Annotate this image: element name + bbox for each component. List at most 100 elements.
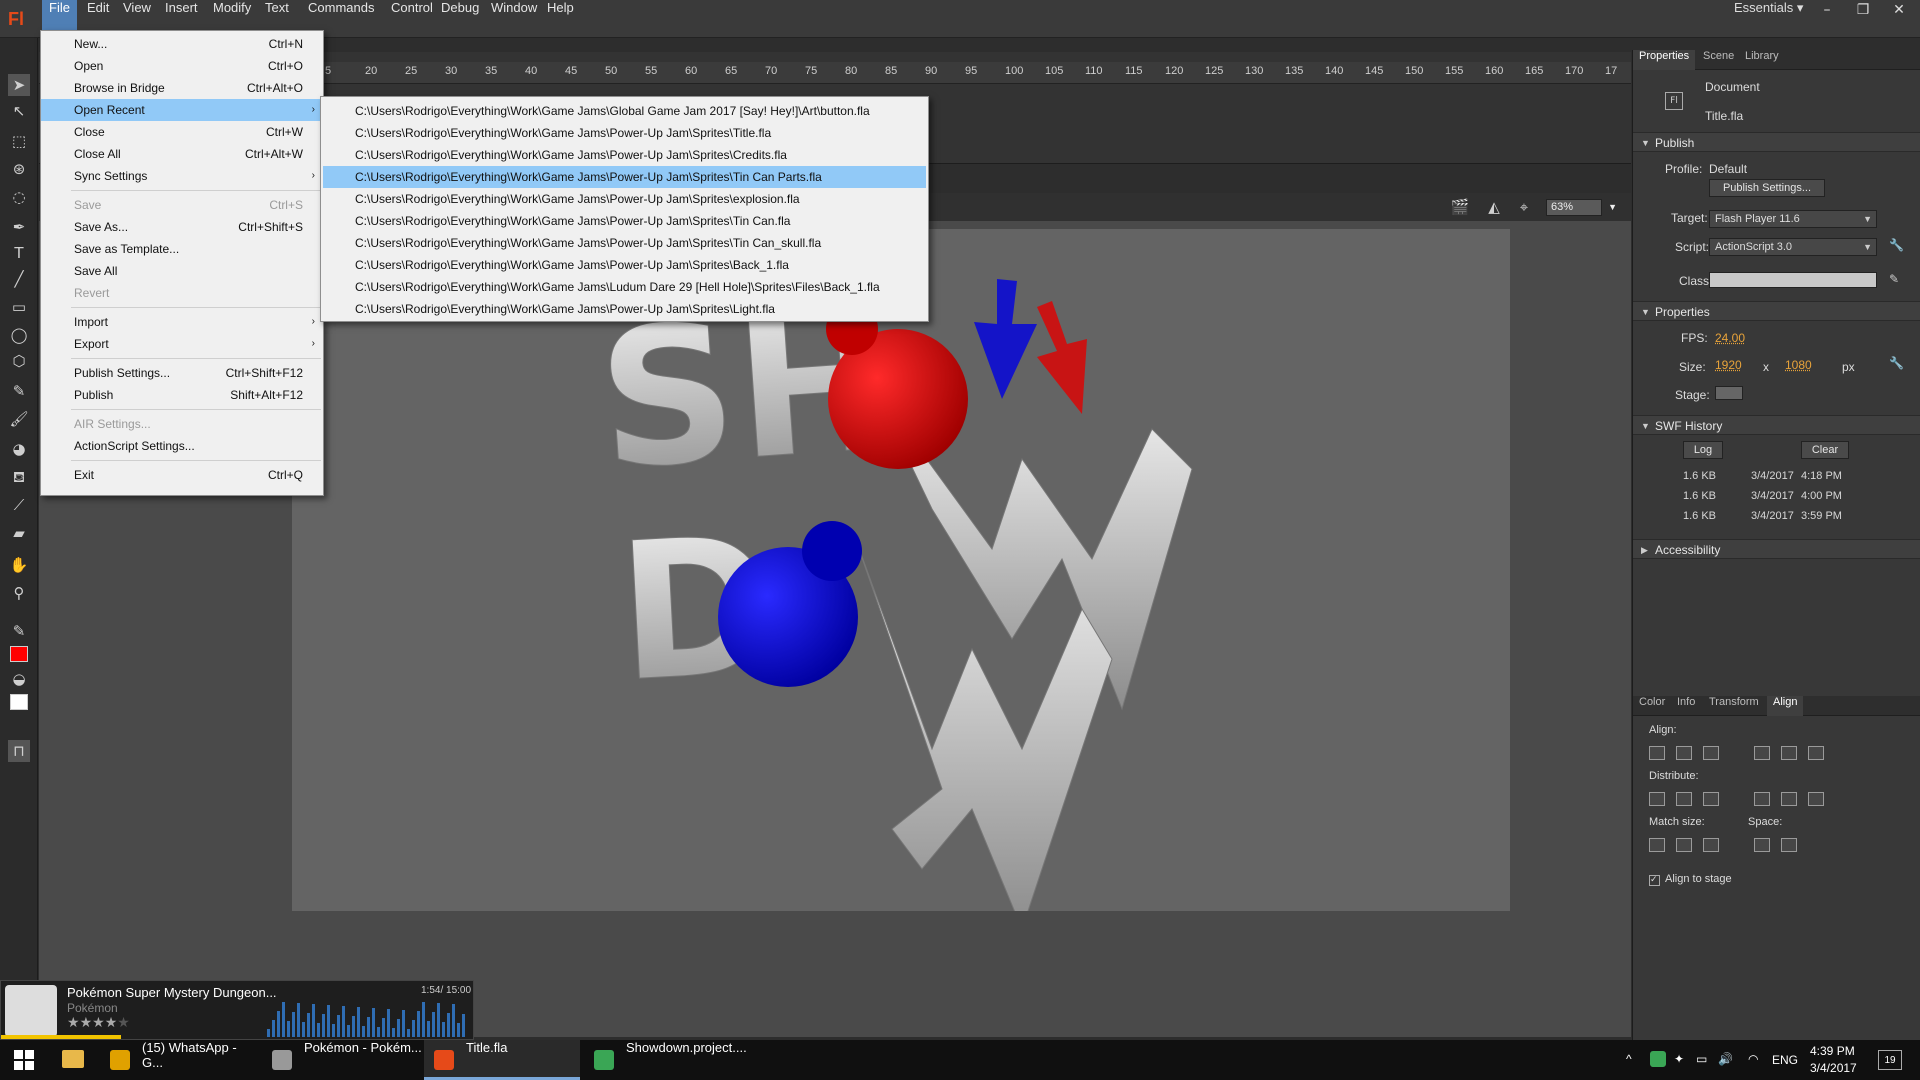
- stroke-color-icon[interactable]: ✎: [8, 620, 30, 642]
- 3d-rotation-tool-icon[interactable]: ⊛: [8, 158, 30, 180]
- center-stage-icon[interactable]: ⌖: [1513, 196, 1535, 218]
- snap-to-objects-icon[interactable]: ⊓: [8, 740, 30, 762]
- tray-language[interactable]: ENG: [1772, 1053, 1798, 1067]
- minimize-icon[interactable]: –: [1810, 0, 1844, 20]
- file-menu-save[interactable]: Save Ctrl+S: [41, 194, 323, 216]
- height-value[interactable]: 1080: [1785, 358, 1812, 372]
- star-icon[interactable]: ★: [80, 1015, 93, 1031]
- tab-properties[interactable]: Properties: [1633, 50, 1696, 70]
- menu-help[interactable]: Help: [540, 0, 581, 38]
- align-right-icon[interactable]: [1703, 746, 1719, 760]
- class-input[interactable]: [1709, 272, 1877, 288]
- tab-align[interactable]: Align: [1767, 696, 1804, 716]
- clear-button[interactable]: Clear: [1801, 441, 1849, 459]
- distribute-right-icon[interactable]: [1808, 792, 1824, 806]
- selection-tool-icon[interactable]: ➤: [8, 74, 30, 96]
- file-menu-open[interactable]: Open Ctrl+O: [41, 55, 323, 77]
- oval-tool-icon[interactable]: ◯: [8, 324, 30, 346]
- pen-tool-icon[interactable]: ✒: [8, 216, 30, 238]
- recent-file-item[interactable]: C:\Users\Rodrigo\Everything\Work\Game Ja…: [323, 188, 926, 210]
- subselection-tool-icon[interactable]: ↖: [8, 100, 30, 122]
- file-menu-close[interactable]: Close Ctrl+W: [41, 121, 323, 143]
- star-icon[interactable]: ★: [67, 1015, 80, 1031]
- windows-start-icon[interactable]: [14, 1050, 34, 1070]
- star-icon[interactable]: ★: [105, 1015, 118, 1031]
- file-menu-air-settings[interactable]: AIR Settings...: [41, 413, 323, 435]
- file-explorer-icon[interactable]: [62, 1050, 84, 1068]
- zoom-tool-icon[interactable]: ⚲: [8, 582, 30, 604]
- wrench-icon[interactable]: 🔧: [1889, 238, 1904, 252]
- clapper-icon[interactable]: 🎬: [1449, 196, 1471, 218]
- align-hcenter-icon[interactable]: [1676, 746, 1692, 760]
- progress-bar[interactable]: [1, 1035, 121, 1039]
- lasso-tool-icon[interactable]: ◌: [8, 186, 30, 208]
- zoom-select[interactable]: 63% ▼: [1546, 199, 1617, 216]
- tray-dropbox-icon[interactable]: ✦: [1674, 1052, 1684, 1066]
- match-width-icon[interactable]: [1649, 838, 1665, 852]
- free-transform-tool-icon[interactable]: ⬚: [8, 130, 30, 152]
- tray-battery-icon[interactable]: ▭: [1696, 1052, 1707, 1066]
- stage-canvas[interactable]: SH D: [292, 229, 1510, 931]
- wrench-icon[interactable]: 🔧: [1889, 356, 1904, 370]
- action-center-icon[interactable]: 19: [1878, 1050, 1902, 1070]
- file-menu-close-all[interactable]: Close All Ctrl+Alt+W: [41, 143, 323, 165]
- file-menu-open-recent[interactable]: Open Recent ›: [41, 99, 323, 121]
- eraser-tool-icon[interactable]: ▰: [8, 522, 30, 544]
- tray-chevron-icon[interactable]: ^: [1626, 1052, 1632, 1066]
- text-tool-icon[interactable]: T: [8, 242, 30, 264]
- pencil-icon[interactable]: ✎: [1889, 272, 1899, 286]
- distribute-bottom-icon[interactable]: [1703, 792, 1719, 806]
- file-menu-export[interactable]: Export ›: [41, 333, 323, 355]
- star-icon[interactable]: ★: [92, 1015, 105, 1031]
- tray-drive-icon[interactable]: [1650, 1051, 1666, 1067]
- taskbar-app[interactable]: (15) WhatsApp - G...: [100, 1040, 260, 1080]
- tab-library[interactable]: Library: [1739, 50, 1785, 70]
- distribute-top-icon[interactable]: [1649, 792, 1665, 806]
- file-menu-save-as-template[interactable]: Save as Template...: [41, 238, 323, 260]
- hand-tool-icon[interactable]: ✋: [8, 554, 30, 576]
- fill-color-swatch[interactable]: [10, 694, 28, 710]
- distribute-hcenter-icon[interactable]: [1781, 792, 1797, 806]
- workspace-switcher[interactable]: Essentials ▾: [1734, 0, 1803, 38]
- pencil-tool-icon[interactable]: ✎: [8, 380, 30, 402]
- publish-settings-button[interactable]: Publish Settings...: [1709, 179, 1825, 197]
- tab-scene[interactable]: Scene: [1697, 50, 1740, 70]
- width-value[interactable]: 1920: [1715, 358, 1742, 372]
- align-left-icon[interactable]: [1649, 746, 1665, 760]
- file-menu-publish-settings[interactable]: Publish Settings... Ctrl+Shift+F12: [41, 362, 323, 384]
- close-icon[interactable]: ✕: [1882, 0, 1916, 20]
- fill-color-icon[interactable]: ◒: [8, 668, 30, 690]
- file-menu-browse-in-bridge[interactable]: Browse in Bridge Ctrl+Alt+O: [41, 77, 323, 99]
- file-menu-actionscript-settings[interactable]: ActionScript Settings...: [41, 435, 323, 457]
- stage-color-swatch[interactable]: [1715, 386, 1743, 400]
- rating-stars[interactable]: ★★★★★: [67, 1015, 130, 1031]
- recent-file-item[interactable]: C:\Users\Rodrigo\Everything\Work\Game Ja…: [323, 100, 926, 122]
- menu-debug[interactable]: Debug: [434, 0, 486, 38]
- recent-file-item[interactable]: C:\Users\Rodrigo\Everything\Work\Game Ja…: [323, 166, 926, 188]
- recent-file-item[interactable]: C:\Users\Rodrigo\Everything\Work\Game Ja…: [323, 232, 926, 254]
- script-select[interactable]: ActionScript 3.0 ▼: [1709, 238, 1877, 256]
- rectangle-tool-icon[interactable]: ▭: [8, 296, 30, 318]
- recent-file-item[interactable]: C:\Users\Rodrigo\Everything\Work\Game Ja…: [323, 210, 926, 232]
- file-menu-import[interactable]: Import ›: [41, 311, 323, 333]
- polystar-tool-icon[interactable]: ⬡: [8, 350, 30, 372]
- ink-bottle-tool-icon[interactable]: ⛾: [8, 466, 30, 488]
- line-tool-icon[interactable]: ╱: [8, 268, 30, 290]
- file-menu-exit[interactable]: Exit Ctrl+Q: [41, 464, 323, 486]
- paint-bucket-tool-icon[interactable]: ◕: [8, 438, 30, 460]
- align-vcenter-icon[interactable]: [1781, 746, 1797, 760]
- menu-control[interactable]: Control: [384, 0, 440, 38]
- match-width-height-icon[interactable]: [1703, 838, 1719, 852]
- file-menu-sync-settings[interactable]: Sync Settings ›: [41, 165, 323, 187]
- star-icon[interactable]: ★: [117, 1015, 130, 1031]
- file-menu-save-all[interactable]: Save All: [41, 260, 323, 282]
- recent-file-item[interactable]: C:\Users\Rodrigo\Everything\Work\Game Ja…: [323, 122, 926, 144]
- tray-time[interactable]: 4:39 PM: [1810, 1044, 1855, 1058]
- taskbar-app[interactable]: Title.fla: [424, 1040, 580, 1080]
- restore-icon[interactable]: ❐: [1846, 0, 1880, 20]
- tab-transform[interactable]: Transform: [1703, 696, 1765, 716]
- align-top-icon[interactable]: [1754, 746, 1770, 760]
- align-to-stage-checkbox[interactable]: ✓: [1649, 875, 1660, 886]
- file-menu-revert[interactable]: Revert: [41, 282, 323, 304]
- space-vertical-icon[interactable]: [1754, 838, 1770, 852]
